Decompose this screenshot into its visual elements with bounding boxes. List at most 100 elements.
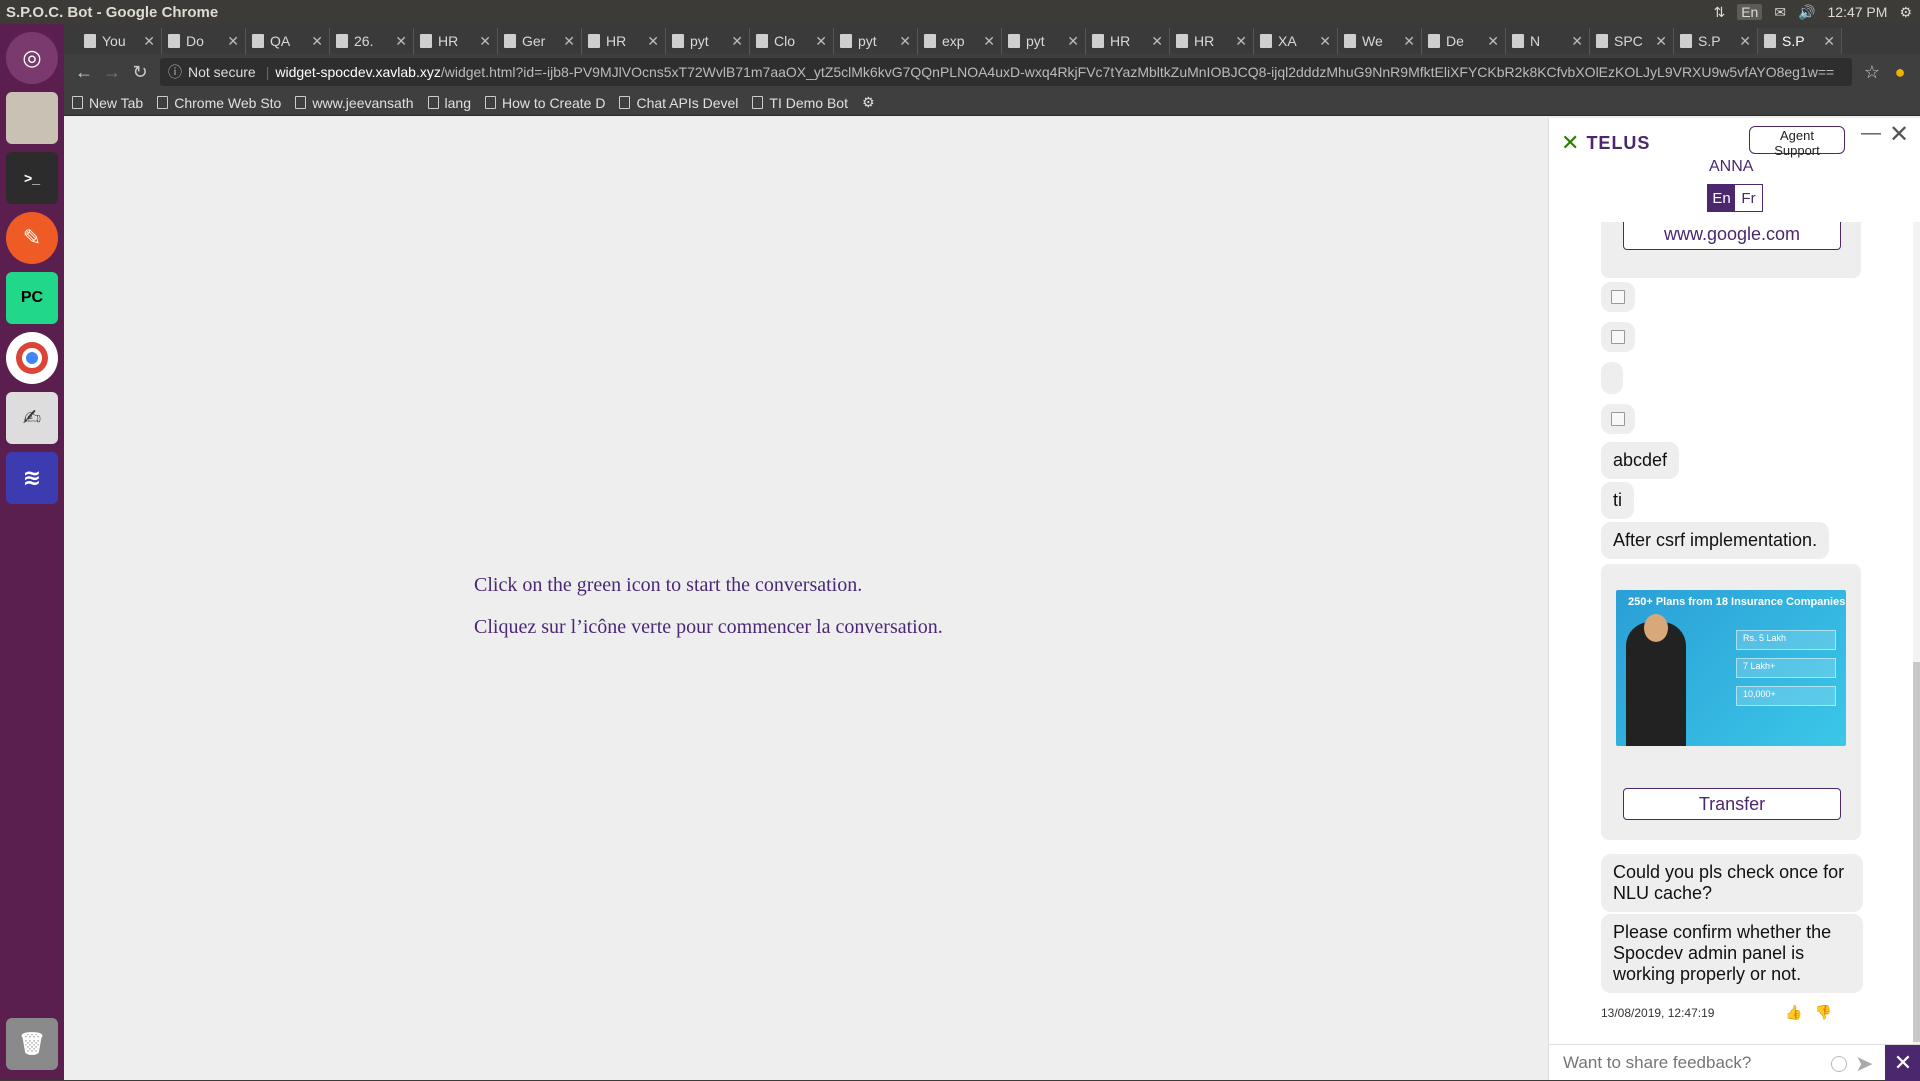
bookmark-icon: [427, 96, 439, 109]
text-editor-icon[interactable]: ✍: [6, 392, 58, 444]
feedback-input[interactable]: [1561, 1049, 1821, 1077]
forward-icon[interactable]: →: [98, 62, 126, 83]
ubuntu-dash-icon[interactable]: ◎: [6, 32, 58, 84]
address-bar[interactable]: ⓘ Not secure | widget-spocdev.xavlab.xyz…: [160, 58, 1852, 86]
bookmark-item[interactable]: New Tab: [72, 95, 143, 111]
minimize-icon[interactable]: —: [1861, 122, 1881, 145]
tab-label: HR: [606, 33, 627, 49]
browser-tab[interactable]: S.P ✕: [1674, 28, 1758, 54]
tab-close-icon[interactable]: ✕: [1151, 33, 1163, 50]
bookmark-item[interactable]: TI Demo Bot: [752, 95, 848, 111]
profile-icon[interactable]: ●: [1886, 62, 1914, 83]
browser-tab[interactable]: HR ✕: [582, 28, 666, 54]
mail-icon[interactable]: ✉: [1774, 4, 1786, 21]
thumbs-down-icon[interactable]: 👎: [1814, 1004, 1831, 1021]
agent-support-button[interactable]: Agent Support: [1749, 126, 1845, 158]
tab-close-icon[interactable]: ✕: [1067, 33, 1079, 50]
browser-tab[interactable]: Ger ✕: [498, 28, 582, 54]
send-icon[interactable]: ➤: [1855, 1051, 1873, 1077]
browser-tab[interactable]: HR ✕: [1170, 28, 1254, 54]
bookmark-item[interactable]: www.jeevansath: [295, 95, 414, 111]
close-icon[interactable]: ✕: [1889, 120, 1909, 149]
tab-close-icon[interactable]: ✕: [1487, 33, 1499, 50]
files-icon[interactable]: [6, 92, 58, 144]
tab-close-icon[interactable]: ✕: [395, 33, 407, 50]
terminal-icon[interactable]: >_: [6, 152, 58, 204]
bookmark-item[interactable]: How to Create D: [484, 95, 605, 111]
lang-fr-button[interactable]: Fr: [1735, 185, 1762, 211]
reload-icon[interactable]: ↻: [126, 62, 154, 83]
settings-gear-icon[interactable]: ⚙: [1899, 4, 1912, 21]
trash-icon[interactable]: 🗑: [6, 1018, 58, 1070]
tab-close-icon[interactable]: ✕: [143, 33, 155, 50]
browser-tab[interactable]: Clo ✕: [750, 28, 834, 54]
tab-close-icon[interactable]: ✕: [479, 33, 491, 50]
tab-close-icon[interactable]: ✕: [1403, 33, 1415, 50]
browser-tab[interactable]: 26. ✕: [330, 28, 414, 54]
url-host: widget-spocdev.xavlab.xyz: [275, 64, 441, 80]
scrollbar-thumb[interactable]: [1913, 662, 1920, 1042]
postman-icon[interactable]: ✎: [6, 212, 58, 264]
pycharm-icon[interactable]: PC: [6, 272, 58, 324]
tab-close-icon[interactable]: ✕: [1739, 33, 1751, 50]
network-icon[interactable]: ⇅: [1713, 4, 1725, 21]
not-secure-label[interactable]: Not secure: [188, 64, 256, 80]
back-icon[interactable]: ←: [70, 62, 98, 83]
browser-tab[interactable]: HR ✕: [414, 28, 498, 54]
tab-close-icon[interactable]: ✕: [311, 33, 323, 50]
browser-tab[interactable]: De ✕: [1422, 28, 1506, 54]
tab-close-icon[interactable]: ✕: [1571, 33, 1583, 50]
tab-favicon-icon: [1344, 34, 1356, 48]
tab-close-icon[interactable]: ✕: [899, 33, 911, 50]
tab-close-icon[interactable]: ✕: [983, 33, 995, 50]
browser-tab[interactable]: We ✕: [1338, 28, 1422, 54]
browser-tab[interactable]: pyt ✕: [834, 28, 918, 54]
bookmark-icon: [484, 96, 496, 109]
volume-icon[interactable]: 🔊: [1798, 4, 1815, 21]
browser-tab[interactable]: N ✕: [1506, 28, 1590, 54]
bookmark-star-icon[interactable]: ☆: [1858, 62, 1886, 83]
browser-tab[interactable]: HR ✕: [1086, 28, 1170, 54]
remmina-icon[interactable]: ≋: [6, 452, 58, 504]
tab-favicon-icon: [1764, 34, 1776, 48]
chat-scrollbar[interactable]: [1913, 222, 1920, 1044]
browser-tab[interactable]: pyt ✕: [1002, 28, 1086, 54]
thumbs-up-icon[interactable]: 👍: [1785, 1004, 1802, 1021]
bookmark-label: Chrome Web Sto: [174, 94, 282, 111]
tab-close-icon[interactable]: ✕: [1823, 33, 1835, 50]
tab-close-icon[interactable]: ✕: [1235, 33, 1247, 50]
info-icon[interactable]: ⓘ: [168, 62, 182, 82]
tab-label: Ger: [522, 33, 546, 49]
browser-tab[interactable]: Do ✕: [162, 28, 246, 54]
tab-close-icon[interactable]: ✕: [1319, 33, 1331, 50]
image-message: [1601, 282, 1635, 312]
tab-label: You: [102, 33, 126, 49]
browser-tab[interactable]: exp ✕: [918, 28, 1002, 54]
keyboard-language[interactable]: En: [1737, 4, 1763, 20]
tab-close-icon[interactable]: ✕: [563, 33, 575, 50]
google-link-button[interactable]: www.google.com: [1623, 222, 1841, 250]
clock[interactable]: 12:47 PM: [1828, 4, 1888, 20]
bookmark-settings-icon[interactable]: ⚙: [862, 94, 875, 111]
tab-close-icon[interactable]: ✕: [647, 33, 659, 50]
browser-tab[interactable]: S.P ✕: [1758, 28, 1842, 54]
browser-tab[interactable]: You ✕: [78, 28, 162, 54]
banner-stat: 7 Lakh+: [1736, 658, 1836, 678]
close-chat-icon[interactable]: ✕: [1885, 1045, 1920, 1081]
browser-tab[interactable]: XA ✕: [1254, 28, 1338, 54]
bookmark-item[interactable]: lang: [427, 95, 471, 111]
tab-close-icon[interactable]: ✕: [815, 33, 827, 50]
chrome-icon[interactable]: [6, 332, 58, 384]
browser-tab[interactable]: SPC ✕: [1590, 28, 1674, 54]
transfer-button[interactable]: Transfer: [1623, 788, 1841, 820]
browser-tab[interactable]: QA ✕: [246, 28, 330, 54]
lang-en-button[interactable]: En: [1708, 185, 1735, 211]
tab-close-icon[interactable]: ✕: [1655, 33, 1667, 50]
tab-close-icon[interactable]: ✕: [227, 33, 239, 50]
tab-label: HR: [1110, 33, 1131, 49]
tab-close-icon[interactable]: ✕: [731, 33, 743, 50]
bookmark-item[interactable]: Chat APIs Devel: [619, 95, 738, 111]
emoji-icon[interactable]: [1831, 1056, 1847, 1072]
bookmark-item[interactable]: Chrome Web Sto: [157, 95, 281, 111]
browser-tab[interactable]: pyt ✕: [666, 28, 750, 54]
